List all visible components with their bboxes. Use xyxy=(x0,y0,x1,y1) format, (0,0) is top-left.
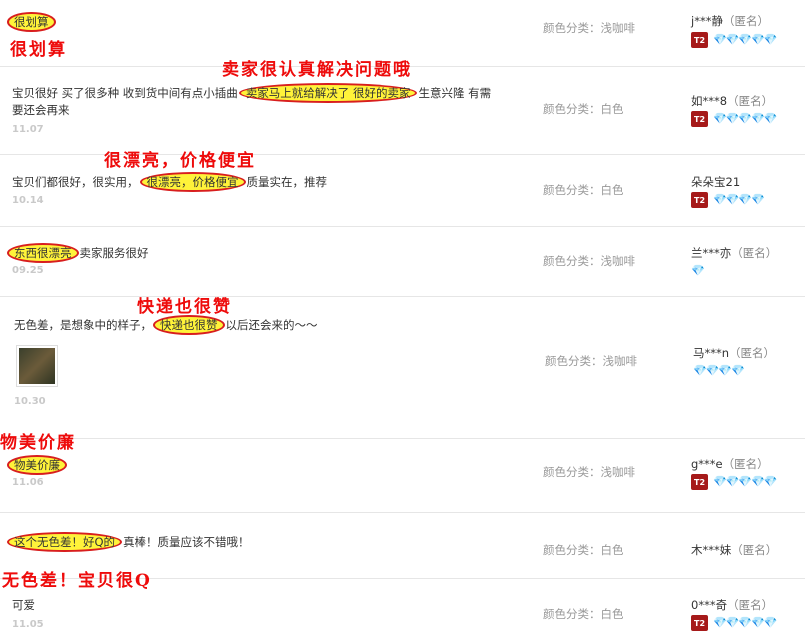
sku-info: 颜色分类：浅咖啡 xyxy=(543,465,635,479)
review-row xyxy=(0,438,805,513)
review-date: 09.25 xyxy=(12,265,44,276)
reviewer-name[interactable]: j***静（匿名） xyxy=(691,13,769,29)
diamond-icon: 💎💎💎💎💎 xyxy=(713,475,777,488)
review-text: 宝贝很好 买了很多种 收到货中间有点小插曲 卖家马上就给解决了 很好的卖家 生意兴隆… xyxy=(12,83,491,103)
vip-badge-icon: T2 xyxy=(691,474,708,490)
annotation-label: 很划算 xyxy=(10,40,67,60)
annotation-label: 很漂亮，价格便宜 xyxy=(104,151,256,171)
review-text: 这个无色差！好Q的 真棒！质量应该不错哦！ xyxy=(6,532,250,552)
vip-badge-icon: T2 xyxy=(691,32,708,48)
credit-rating: T2 💎💎💎💎💎 xyxy=(691,615,777,631)
highlighted-phrase: 这个无色差！好Q的 xyxy=(7,532,123,552)
annotation-label: 卖家很认真解决问题哦 xyxy=(222,60,412,80)
diamond-icon: 💎💎💎💎💎 xyxy=(713,33,777,46)
review-text: 很划算 xyxy=(6,12,57,32)
sku-info: 颜色分类：白色 xyxy=(543,183,624,197)
diamond-icon: 💎💎💎💎 xyxy=(693,364,745,377)
diamond-icon: 💎💎💎💎💎 xyxy=(713,112,777,125)
annotation-label: 物美价廉 xyxy=(0,433,76,453)
credit-rating: T2 💎💎💎💎💎 xyxy=(691,111,777,127)
reviewer-name[interactable]: g***e（匿名） xyxy=(691,456,769,472)
diamond-icon: 💎💎💎💎💎 xyxy=(713,616,777,629)
highlighted-phrase: 物美价廉 xyxy=(7,455,67,475)
reviewer-name[interactable]: 马***n（匿名） xyxy=(693,345,775,361)
credit-rating: T2 💎💎💎💎💎 xyxy=(691,474,777,490)
reviewer-name[interactable]: 0***奇（匿名） xyxy=(691,597,773,613)
sku-info: 颜色分类：白色 xyxy=(543,607,624,621)
highlighted-phrase: 东西很漂亮 xyxy=(7,243,79,263)
sku-info: 颜色分类：浅咖啡 xyxy=(543,21,635,35)
highlighted-phrase: 很划算 xyxy=(7,12,56,32)
review-text-line2: 要还会再来 xyxy=(12,103,70,117)
review-text: 可爱 xyxy=(12,598,35,612)
review-text: 物美价廉 xyxy=(6,455,68,475)
review-date: 11.07 xyxy=(12,124,44,135)
credit-rating: 💎💎💎💎 xyxy=(693,363,745,379)
review-date: 11.05 xyxy=(12,619,44,630)
reviewer-name[interactable]: 朵朵宝21 xyxy=(691,174,740,190)
ring-photo-image xyxy=(19,348,55,384)
annotation-label: 快递也很赞 xyxy=(137,297,232,317)
sku-info: 颜色分类：白色 xyxy=(543,543,624,557)
highlighted-phrase: 卖家马上就给解决了 很好的卖家 xyxy=(238,83,418,103)
credit-rating: T2 💎💎💎💎 xyxy=(691,192,765,208)
review-text: 无色差，是想象中的样子， 快递也很赞 以后还会来的～～ xyxy=(14,315,318,335)
diamond-icon: 💎 xyxy=(691,264,705,277)
review-date: 10.30 xyxy=(14,396,46,407)
review-date: 11.06 xyxy=(12,477,44,488)
vip-badge-icon: T2 xyxy=(691,615,708,631)
credit-rating: T2 💎💎💎💎💎 xyxy=(691,32,777,48)
reviewer-name[interactable]: 如***8（匿名） xyxy=(691,93,773,109)
reviewer-name[interactable]: 木***妹（匿名） xyxy=(691,542,777,558)
diamond-icon: 💎💎💎💎 xyxy=(713,193,765,206)
review-text: 宝贝们都很好，很实用， 很漂亮，价格便宜 质量实在，推荐 xyxy=(12,172,327,192)
review-date: 10.14 xyxy=(12,195,44,206)
highlighted-phrase: 很漂亮，价格便宜 xyxy=(139,172,246,192)
annotation-label: 无色差！宝贝很Q xyxy=(2,571,152,591)
credit-rating: 💎 xyxy=(691,263,705,279)
highlighted-phrase: 快递也很赞 xyxy=(153,315,225,335)
vip-badge-icon: T2 xyxy=(691,111,708,127)
review-photo-thumbnail[interactable] xyxy=(16,345,58,387)
reviewer-name[interactable]: 兰***亦（匿名） xyxy=(691,245,777,261)
review-text: 东西很漂亮 卖家服务很好 xyxy=(6,243,149,263)
sku-info: 颜色分类：浅咖啡 xyxy=(543,254,635,268)
vip-badge-icon: T2 xyxy=(691,192,708,208)
sku-info: 颜色分类：浅咖啡 xyxy=(545,354,637,368)
sku-info: 颜色分类：白色 xyxy=(543,102,624,116)
